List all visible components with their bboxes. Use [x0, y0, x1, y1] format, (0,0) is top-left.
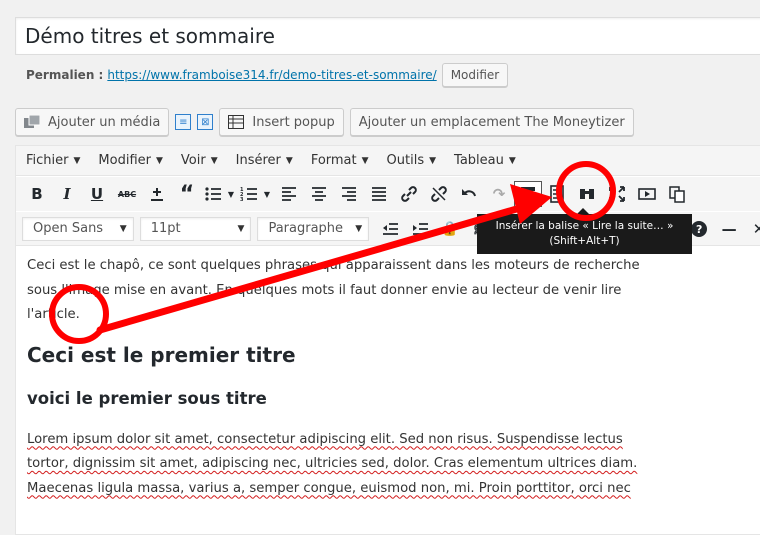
bullet-list-caret-icon[interactable]: ▼	[224, 180, 238, 208]
caret-down-icon: ▼	[508, 155, 516, 166]
menu-fichier[interactable]: Fichier ▼	[16, 153, 88, 168]
lock-icon[interactable]: 🔒	[435, 215, 465, 243]
svg-text:3: 3	[240, 197, 244, 203]
intro-line: l'article.	[27, 307, 80, 322]
menu-voir[interactable]: Voir ▼	[171, 153, 226, 168]
caret-down-icon: ▼	[119, 223, 127, 234]
intro-paragraph: Ceci est le chapô, ce sont quelques phra…	[27, 254, 647, 328]
font-size-value: 11pt	[150, 221, 181, 236]
menu-label: Insérer	[235, 153, 281, 168]
bold-icon[interactable]: B	[22, 180, 52, 208]
tooltip-line: Insérer la balise « Lire la suite… »	[495, 220, 674, 232]
menu-outils[interactable]: Outils ▼	[377, 153, 445, 168]
menu-label: Modifier	[98, 153, 151, 168]
caret-down-icon: ▼	[210, 155, 218, 166]
paragraph-format-value: Paragraphe	[268, 221, 344, 236]
editor-menubar: Fichier ▼ Modifier ▼ Voir ▼ Insérer ▼ Format…	[16, 146, 760, 176]
font-size-select[interactable]: 11pt ▼	[139, 216, 252, 241]
fullscreen-icon[interactable]	[602, 180, 632, 208]
menu-tableau[interactable]: Tableau ▼	[444, 153, 524, 168]
video-icon[interactable]	[632, 180, 662, 208]
close-icon[interactable]: ✕	[744, 215, 760, 243]
link-icon[interactable]	[394, 180, 424, 208]
redo-icon[interactable]: ↷	[484, 180, 514, 208]
add-media-button[interactable]: Ajouter un média	[15, 108, 170, 136]
media-icon	[24, 115, 40, 128]
menu-label: Tableau	[454, 153, 504, 168]
menu-label: Outils	[386, 153, 425, 168]
strikethrough-icon[interactable]: ABC	[112, 180, 142, 208]
copy-icon[interactable]	[662, 180, 692, 208]
read-more-tooltip: Insérer la balise « Lire la suite… » (Sh…	[477, 208, 692, 254]
menu-format[interactable]: Format ▼	[301, 153, 377, 168]
tooltip-line: (Shift+Alt+T)	[549, 235, 620, 247]
intro-line: sous l'image mise en avant. En quelques …	[27, 282, 622, 298]
heading-h2: Ceci est le premier titre	[27, 342, 296, 367]
add-media-label: Ajouter un média	[48, 114, 161, 130]
moneytizer-button[interactable]: Ajouter un emplacement The Moneytizer	[349, 108, 634, 136]
media-buttons-bar: Ajouter un média ≡ ⊠ Insert popup Ajoute…	[15, 108, 640, 136]
svg-text:?: ?	[696, 223, 702, 236]
permalink-url-link[interactable]: https://www.framboise314.fr/demo-titres-…	[107, 64, 436, 86]
permalink-label: Permalien :	[26, 68, 104, 82]
undo-icon[interactable]	[454, 180, 484, 208]
tinymce-editor: Fichier ▼ Modifier ▼ Voir ▼ Insérer ▼ Format…	[15, 145, 760, 535]
blockquote-icon[interactable]: “	[172, 180, 202, 208]
indent-icon[interactable]	[405, 215, 435, 243]
page-break-icon[interactable]	[542, 180, 572, 208]
lorem-line: tortor, dignissim sit amet, adipiscing n…	[27, 456, 638, 471]
caret-down-icon: ▼	[237, 223, 245, 234]
permalink-row: Permalien : https://www.framboise314.fr/…	[26, 63, 509, 87]
intro-line: Ceci est le chapô, ce sont quelques phra…	[27, 258, 640, 273]
caret-down-icon: ▼	[73, 155, 81, 166]
menu-inserer[interactable]: Insérer ▼	[226, 153, 301, 168]
menu-label: Fichier	[26, 153, 69, 168]
numbered-list-icon[interactable]: 123	[238, 180, 260, 208]
insert-popup-button[interactable]: Insert popup	[219, 108, 344, 136]
align-center-icon[interactable]	[304, 180, 334, 208]
numbered-list-caret-icon[interactable]: ▼	[260, 180, 274, 208]
font-family-select[interactable]: Open Sans ▼	[22, 216, 134, 241]
minimize-icon[interactable]: —	[714, 215, 744, 243]
unlink-icon[interactable]	[424, 180, 454, 208]
menu-label: Voir	[180, 153, 206, 168]
insert-icon[interactable]	[142, 180, 172, 208]
table-icon	[228, 115, 245, 129]
caret-down-icon: ▼	[361, 155, 369, 166]
lorem-line: Lorem ipsum dolor sit amet, consectetur …	[27, 431, 623, 447]
align-right-icon[interactable]	[334, 180, 364, 208]
editor-content[interactable]: Ceci est le chapô, ce sont quelques phra…	[27, 254, 647, 501]
lorem-paragraph: Lorem ipsum dolor sit amet, consectetur …	[27, 428, 647, 502]
post-title-input[interactable]: Démo titres et sommaire	[15, 17, 760, 55]
italic-icon[interactable]: I	[52, 180, 82, 208]
outdent-icon[interactable]	[375, 215, 405, 243]
toc-plugin-icon[interactable]: ≡	[175, 114, 192, 130]
justify-icon[interactable]	[364, 180, 394, 208]
heading-h3: voici le premier sous titre	[27, 388, 267, 408]
align-left-icon[interactable]	[274, 180, 304, 208]
lorem-line: Maecenas ligula massa, varius a, semper …	[27, 480, 631, 496]
menu-label: Format	[310, 153, 357, 168]
editor-toolbar-row-1: B I U ABC “ ▼ 123 ▼ ↷	[16, 177, 760, 211]
underline-icon[interactable]: U	[82, 180, 112, 208]
caret-down-icon: ▼	[355, 223, 363, 234]
bullet-list-icon[interactable]	[202, 180, 224, 208]
menu-modifier[interactable]: Modifier ▼	[88, 153, 171, 168]
paragraph-format-select[interactable]: Paragraphe ▼	[257, 216, 370, 241]
insert-popup-label: Insert popup	[252, 114, 335, 130]
find-binoculars-icon[interactable]	[572, 180, 602, 208]
caret-down-icon: ▼	[429, 155, 437, 166]
caret-down-icon: ▼	[285, 155, 293, 166]
shortcode-plugin-icon[interactable]: ⊠	[197, 114, 214, 130]
caret-down-icon: ▼	[156, 155, 163, 166]
permalink-modify-button[interactable]: Modifier	[441, 63, 509, 87]
read-more-tag-icon[interactable]	[514, 181, 542, 207]
font-family-value: Open Sans	[33, 221, 104, 236]
